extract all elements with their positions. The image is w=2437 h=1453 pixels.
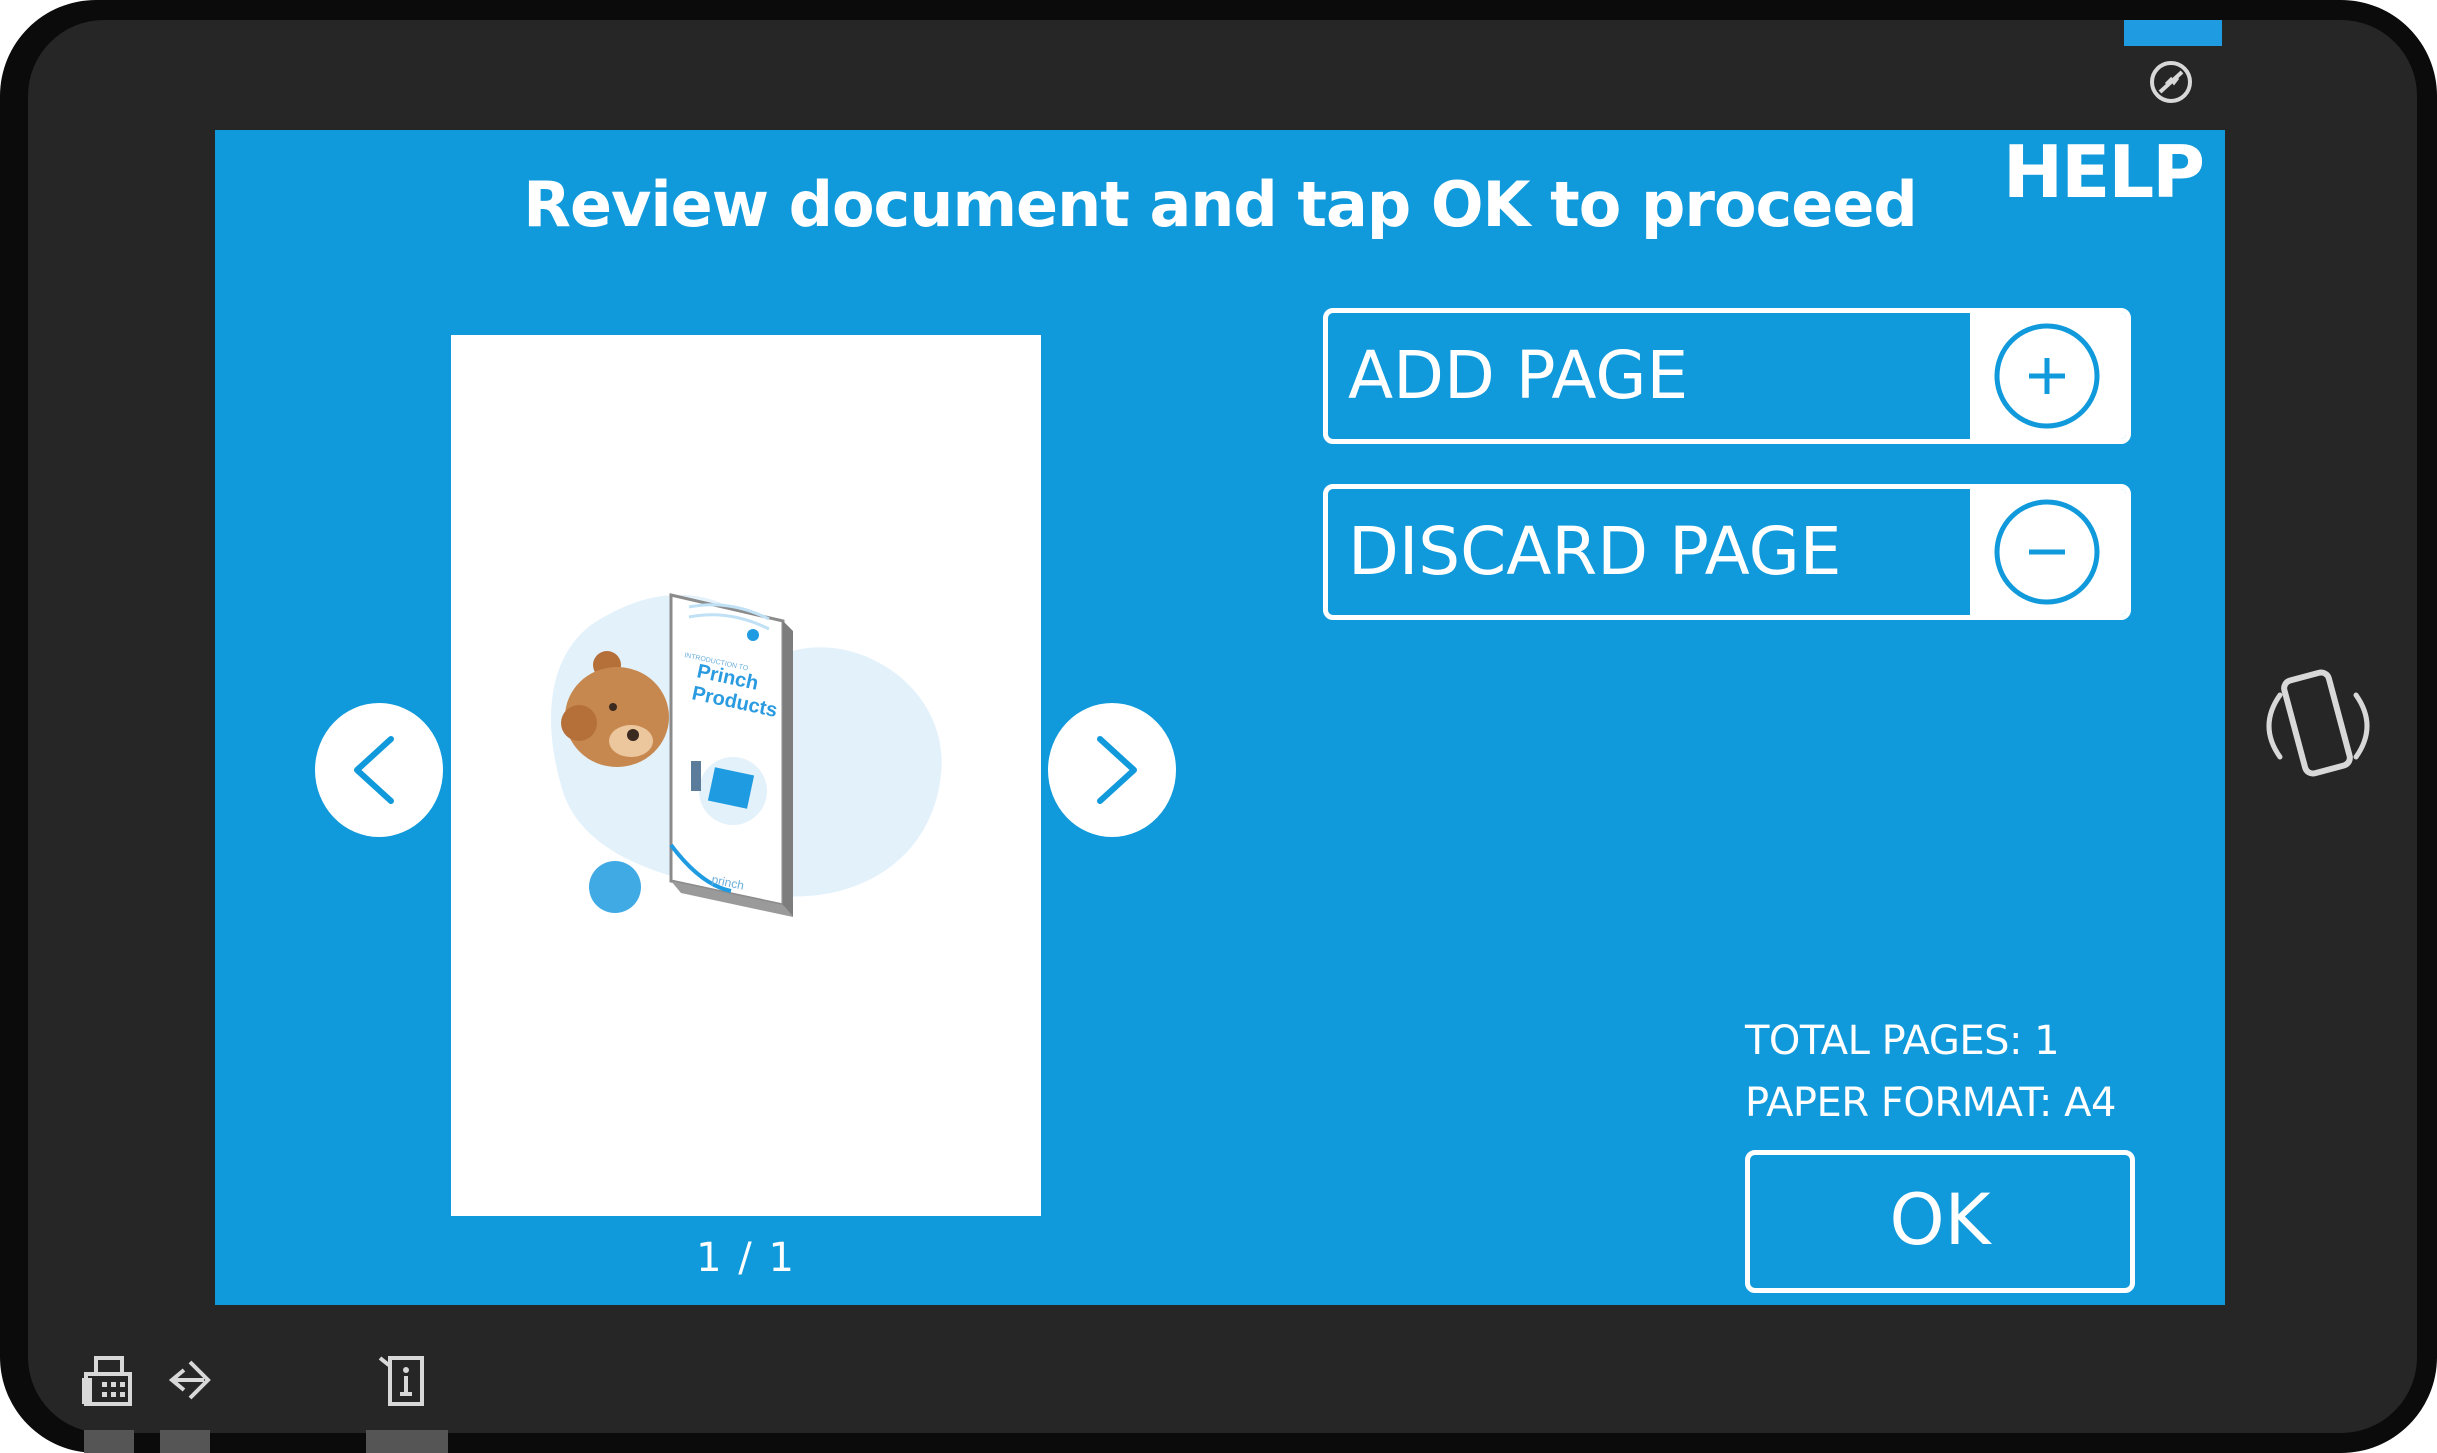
status-indicator-bar — [2124, 20, 2222, 46]
discard-page-icon-area — [1970, 489, 2126, 615]
paper-format-text: PAPER FORMAT: A4 — [1745, 1080, 2116, 1126]
add-page-label: ADD PAGE — [1348, 337, 1689, 414]
previous-page-button[interactable] — [315, 703, 443, 837]
add-page-button[interactable]: ADD PAGE — [1323, 308, 2131, 444]
bottom-tab-info[interactable] — [366, 1430, 448, 1453]
bottom-tab-fax[interactable] — [84, 1430, 134, 1453]
total-pages-text: TOTAL PAGES: 1 — [1745, 1018, 2060, 1064]
discard-page-button[interactable]: DISCARD PAGE — [1323, 484, 2131, 620]
ok-button[interactable]: OK — [1745, 1150, 2135, 1293]
page-counter: 1 / 1 — [696, 1235, 796, 1281]
discard-page-label: DISCARD PAGE — [1348, 513, 1842, 590]
kiosk-screen: Review document and tap OK to proceed HE… — [215, 130, 2225, 1305]
chevron-right-icon — [1097, 736, 1137, 804]
device-info-icon[interactable] — [378, 1352, 428, 1408]
next-page-button[interactable] — [1048, 703, 1176, 837]
bottom-tab-login[interactable] — [160, 1430, 210, 1453]
add-page-icon-area — [1970, 313, 2126, 439]
page-title: Review document and tap OK to proceed — [523, 168, 1918, 241]
minus-circle-icon — [1994, 499, 2100, 605]
document-preview: INTRODUCTION TO Princh Products princh — [451, 335, 1041, 1216]
document-summary: TOTAL PAGES: 1 PAPER FORMAT: A4 — [1745, 1010, 2116, 1134]
power-icon[interactable] — [2147, 58, 2195, 106]
help-button[interactable]: HELP — [2003, 130, 2205, 214]
document-page-image: INTRODUCTION TO Princh Products princh — [551, 593, 942, 917]
chevron-left-icon — [354, 736, 394, 804]
phone-vibrate-icon[interactable] — [2262, 665, 2374, 787]
fax-icon[interactable] — [82, 1352, 134, 1408]
plus-circle-icon — [1994, 323, 2100, 429]
sign-in-icon[interactable] — [164, 1352, 214, 1408]
